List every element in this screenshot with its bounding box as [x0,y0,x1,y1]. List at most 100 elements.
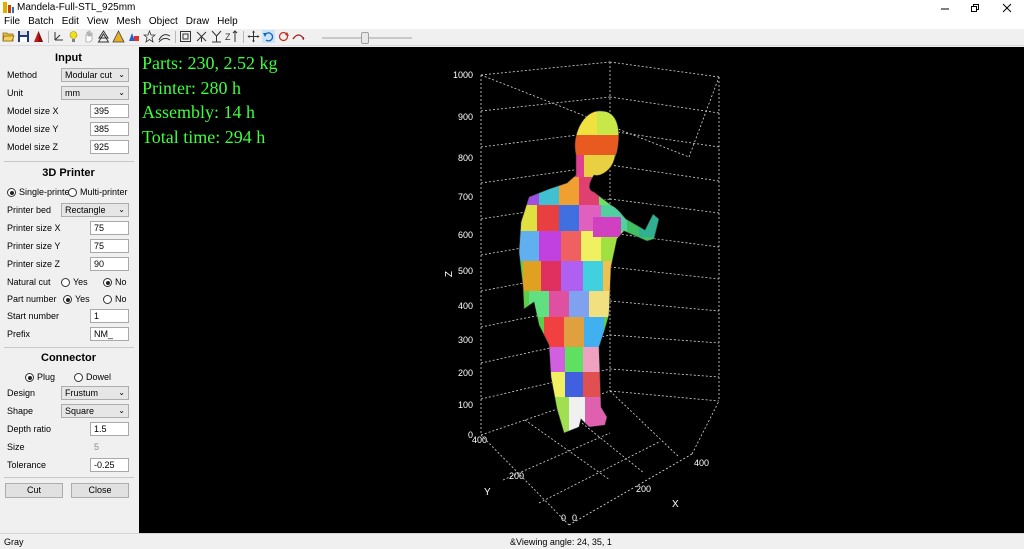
cut-button[interactable]: Cut [5,483,63,498]
method-value: Modular cut [65,70,113,80]
menu-bar: File Batch Edit View Mesh Object Draw He… [0,15,1024,29]
y-tick-label: 0 [561,513,566,523]
printer-size-y-label: Printer size Y [7,241,61,251]
shape-label: Shape [7,406,34,416]
curve-icon[interactable] [158,30,171,43]
maximize-button[interactable] [960,0,990,15]
radio-icon [103,295,112,304]
printer-bed-label: Printer bed [7,205,52,215]
multi-printer-radio[interactable]: Multi-printer [68,187,128,198]
z-tick-label: 100 [458,400,473,410]
printer-size-x-field[interactable]: 75 [90,221,129,235]
y-axis-label: Y [484,487,491,498]
model-size-x-field[interactable]: 395 [90,104,129,118]
z-tick-label: 600 [458,230,473,240]
frame-icon[interactable] [179,30,192,43]
design-value: Frustum [65,388,99,398]
y-tick-label: 200 [509,471,524,481]
design-label: Design [7,388,36,398]
part-number-no-label: No [115,294,127,304]
size-label: Size [7,442,25,452]
arc-icon[interactable] [292,30,305,43]
radio-selected-icon [63,295,72,304]
part-number-no-radio[interactable]: No [103,294,127,305]
section-input-title: Input [55,52,82,64]
x-axis-label: X [672,499,679,510]
design-select[interactable]: Frustum ⌄ [61,386,129,400]
menu-draw[interactable]: Draw [182,15,213,29]
zoom-slider-thumb[interactable] [361,32,369,44]
hand-icon[interactable] [82,30,95,43]
prefix-field[interactable]: NM_ [90,327,129,341]
minimize-button[interactable] [930,0,960,15]
settings-panel: Input Method Modular cut ⌄ Unit mm ⌄ Model… [0,47,139,533]
flip-x-icon[interactable] [195,30,208,43]
tolerance-field[interactable]: -0.25 [90,458,129,472]
size-field: 5 [90,440,129,454]
shape-select[interactable]: Square ⌄ [61,404,129,418]
save-icon[interactable] [17,30,30,43]
radio-icon [61,278,70,287]
bulb-icon[interactable] [67,30,80,43]
menu-help[interactable]: Help [213,15,242,29]
chevron-down-icon: ⌄ [118,88,125,97]
status-color-mode: Gray [4,537,24,547]
svg-text:Z: Z [225,32,231,42]
unit-select[interactable]: mm ⌄ [61,86,129,100]
z-tick-label: 900 [458,112,473,122]
z-tick-label: 700 [458,192,473,202]
printer-size-y-field[interactable]: 75 [90,239,129,253]
close-window-button[interactable] [992,0,1022,15]
natural-cut-no-radio[interactable]: No [103,277,127,288]
flip-y-icon[interactable] [210,30,223,43]
menu-batch[interactable]: Batch [24,15,58,29]
restore-icon [971,3,979,12]
prefix-label: Prefix [7,329,31,339]
method-select[interactable]: Modular cut ⌄ [61,68,129,82]
natural-cut-yes-label: Yes [73,277,88,287]
radio-icon [74,373,83,382]
rotate-icon[interactable] [277,30,290,43]
printer-size-z-field[interactable]: 90 [90,257,129,271]
part-number-yes-radio[interactable]: Yes [63,294,90,305]
menu-object[interactable]: Object [145,15,182,29]
natural-cut-no-label: No [115,277,127,287]
status-viewing-angle: &Viewing angle: 24, 35, 1 [510,537,612,547]
divider [4,477,134,478]
open-icon[interactable] [2,30,15,43]
window-title: Mandela-Full-STL_925mm [17,2,136,13]
radio-selected-icon [7,188,16,197]
minimize-icon [941,8,949,9]
move-icon[interactable] [247,30,260,43]
start-number-field[interactable]: 1 [90,309,129,323]
radio-selected-icon [25,373,34,382]
axes-icon[interactable] [52,30,65,43]
menu-view[interactable]: View [83,15,113,29]
menu-file[interactable]: File [0,15,24,29]
close-button[interactable]: Close [71,483,129,498]
part-number-yes-label: Yes [75,294,90,304]
section-connector-title: Connector [41,352,96,364]
menu-edit[interactable]: Edit [58,15,83,29]
single-printer-radio[interactable]: Single-printer [7,187,73,198]
divider [4,161,134,162]
menu-mesh[interactable]: Mesh [112,15,144,29]
tree-icon[interactable] [97,30,110,43]
printer-bed-select[interactable]: Rectangle ⌄ [61,203,129,217]
3d-viewport[interactable]: Parts: 230, 2.52 kg Printer: 280 h Assem… [139,47,1024,533]
model-size-y-field[interactable]: 385 [90,122,129,136]
flip-z-icon[interactable]: Z [225,30,238,43]
triangle-icon[interactable] [112,30,125,43]
model-size-z-field[interactable]: 925 [90,140,129,154]
radio-selected-icon [103,278,112,287]
undo-icon[interactable] [262,30,275,43]
star-icon[interactable] [143,30,156,43]
dowel-radio[interactable]: Dowel [74,372,111,383]
title-bar: Mandela-Full-STL_925mm [0,0,1024,15]
plug-label: Plug [37,372,56,382]
plug-radio[interactable]: Plug [25,372,55,383]
natural-cut-yes-radio[interactable]: Yes [61,277,88,288]
shapes-icon[interactable] [127,30,140,43]
pyramid-icon[interactable] [32,30,45,43]
depth-ratio-field[interactable]: 1.5 [90,422,129,436]
